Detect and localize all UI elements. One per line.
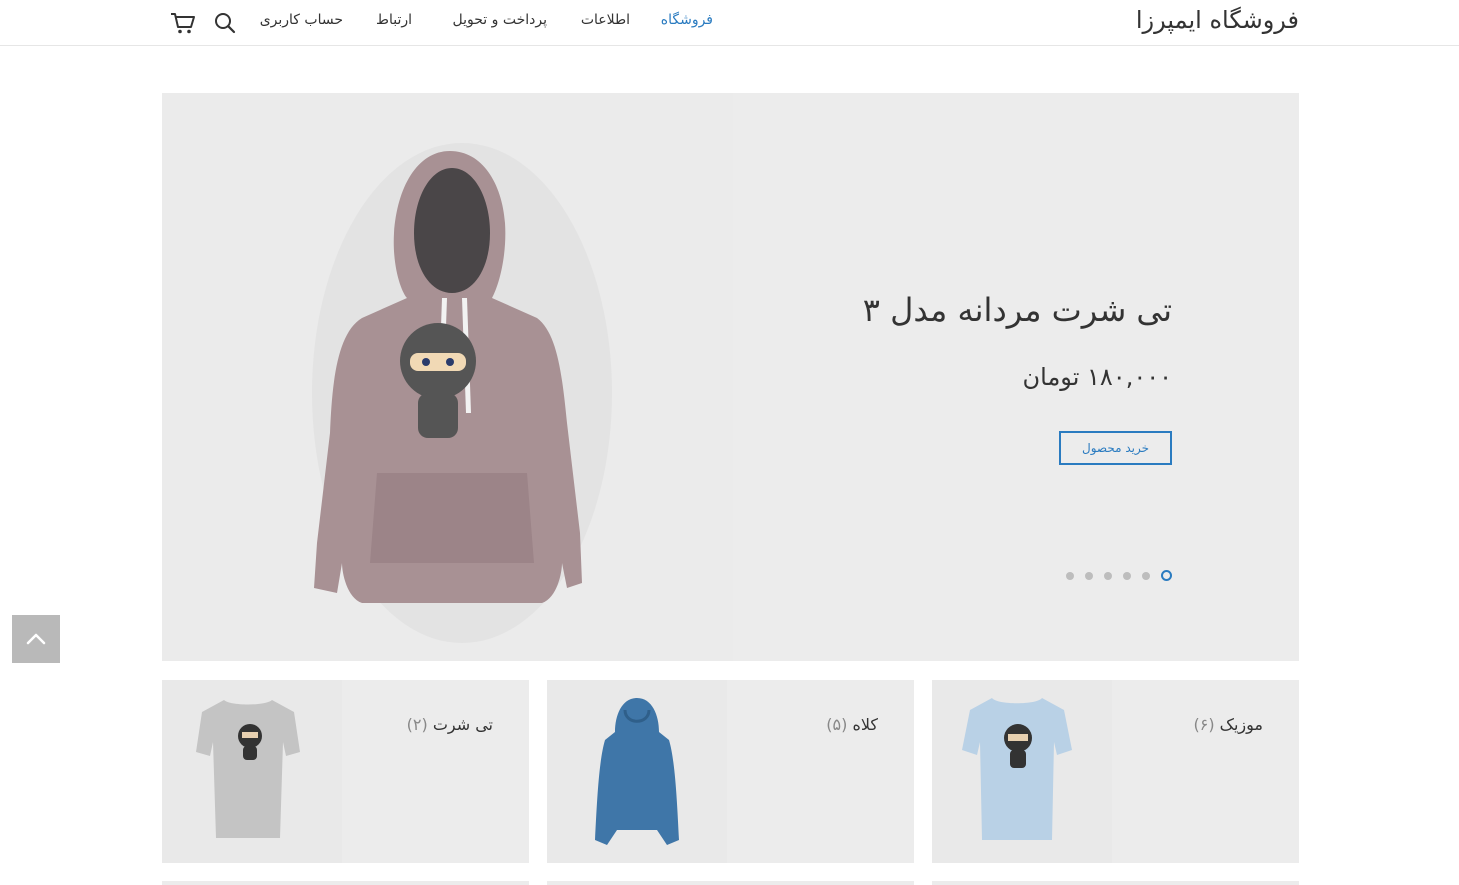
category-count: (۵)	[826, 715, 848, 734]
nav-item-info[interactable]: اطلاعات	[581, 12, 630, 28]
slider-dot-4[interactable]	[1104, 571, 1112, 580]
hero-product-price: ۱۸۰,۰۰۰ تومان	[1022, 363, 1172, 391]
category-card-music[interactable]: موزیک (۶)	[932, 680, 1299, 863]
category-count: (۲)	[406, 715, 428, 734]
search-icon[interactable]	[211, 9, 239, 37]
slider-pagination	[1066, 570, 1172, 581]
category-label-tshirt: تی شرت (۲)	[407, 715, 493, 734]
nav-item-account[interactable]: حساب کاربری	[260, 12, 343, 28]
slider-dot-1[interactable]	[1161, 570, 1172, 581]
category-name: تی شرت	[432, 715, 493, 734]
site-header: فروشگاه ایمپرزا فروشگاه اطلاعات پرداخت و…	[0, 0, 1459, 46]
chevron-up-icon	[26, 633, 46, 645]
category-image-hat	[547, 680, 727, 863]
category-image-tshirt	[162, 680, 342, 863]
cart-icon[interactable]	[169, 9, 197, 37]
category-label-hat: کلاه (۵)	[826, 715, 878, 734]
hero-product-title: تی شرت مردانه مدل ۳	[862, 291, 1172, 329]
back-to-top-button[interactable]	[12, 615, 60, 663]
category-card-partial	[932, 881, 1299, 885]
category-card-partial	[162, 881, 529, 885]
nav-item-payment-delivery[interactable]: پرداخت و تحویل	[453, 12, 547, 28]
category-card-hat[interactable]: کلاه (۵)	[547, 680, 914, 863]
site-title[interactable]: فروشگاه ایمپرزا	[1136, 6, 1299, 34]
category-name: موزیک	[1219, 715, 1263, 734]
slider-dot-3[interactable]	[1123, 571, 1131, 580]
category-count: (۶)	[1193, 715, 1215, 734]
category-name: کلاه	[852, 715, 878, 734]
hoodie-product-image[interactable]	[162, 93, 733, 661]
category-label-music: موزیک (۶)	[1193, 715, 1263, 734]
hero-slider: تی شرت مردانه مدل ۳ ۱۸۰,۰۰۰ تومان خرید م…	[162, 93, 1299, 661]
nav-item-shop[interactable]: فروشگاه	[661, 12, 713, 28]
slider-dot-6[interactable]	[1066, 571, 1074, 580]
category-card-tshirt[interactable]: تی شرت (۲)	[162, 680, 529, 863]
buy-product-button[interactable]: خرید محصول	[1059, 431, 1172, 465]
category-image-music	[932, 680, 1112, 863]
category-card-partial	[547, 881, 914, 885]
nav-item-contact[interactable]: ارتباط	[376, 12, 412, 28]
slider-dot-5[interactable]	[1085, 571, 1093, 580]
slider-dot-2[interactable]	[1142, 571, 1150, 580]
